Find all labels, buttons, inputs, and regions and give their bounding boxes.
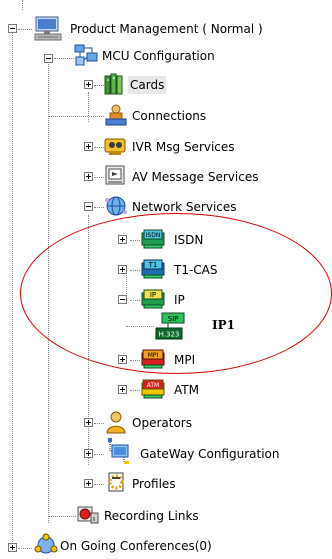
tree-line [130,390,140,391]
gateway-icon [108,438,129,464]
collapse-toggle[interactable] [84,202,93,211]
highlight-ellipse [20,213,332,374]
expand-toggle[interactable] [84,80,93,89]
tree-line [22,0,23,10]
expand-toggle[interactable] [84,142,93,151]
collapse-toggle[interactable] [44,54,53,63]
tree-node-label: Profiles [132,477,176,491]
tree-line [18,29,32,30]
tree-line [94,454,104,455]
cards-icon [104,73,123,95]
tree-node-label: ATM [174,383,199,397]
tree-line [48,116,104,117]
tree-line [94,423,104,424]
tree-node-label: MCU Configuration [102,49,215,63]
expand-toggle[interactable] [84,418,93,427]
tree-line [94,207,104,208]
expand-toggle[interactable] [118,385,127,394]
tree-line [88,92,89,122]
collapse-toggle[interactable] [8,24,17,33]
profiles-icon [108,472,124,492]
conferences-icon [34,533,58,554]
tree-node-label: Product Management ( Normal ) [70,22,263,36]
tree-node-label: Cards [128,76,167,94]
tree-node-label: Connections [132,109,207,123]
tree-node-label: IVR Msg Services [132,140,235,154]
expand-toggle[interactable] [84,172,93,181]
tree-line [54,58,74,59]
atm-badge-text: ATM [147,382,159,389]
monitor-icon [34,16,62,41]
navigation-tree: Product Management ( Normal ) MCU Config… [0,0,332,559]
globe-icon [105,196,127,216]
tree-node-label: Operators [132,416,192,430]
tree-line [18,548,32,549]
tree-node-label: Recording Links [104,509,199,523]
av-message-icon [105,165,125,185]
network-blocks-icon [74,44,98,66]
operators-icon [106,411,126,434]
ivr-icon [104,138,126,155]
expand-toggle[interactable] [84,479,93,488]
tree-line [94,484,104,485]
tree-node-label: On Going Conferences(0) [60,539,212,553]
tree-line [94,85,104,86]
expand-toggle[interactable] [84,449,93,458]
tree-node-label: AV Message Services [132,170,259,184]
tree-line [12,24,13,548]
atm-icon: ATM [141,379,165,399]
tree-line [94,147,104,148]
expand-toggle[interactable] [8,543,17,552]
recording-icon [77,506,99,524]
tree-node-label: GateWay Configuration [140,447,280,461]
tree-line [48,516,76,517]
connections-icon [105,104,127,126]
tree-line [94,177,104,178]
